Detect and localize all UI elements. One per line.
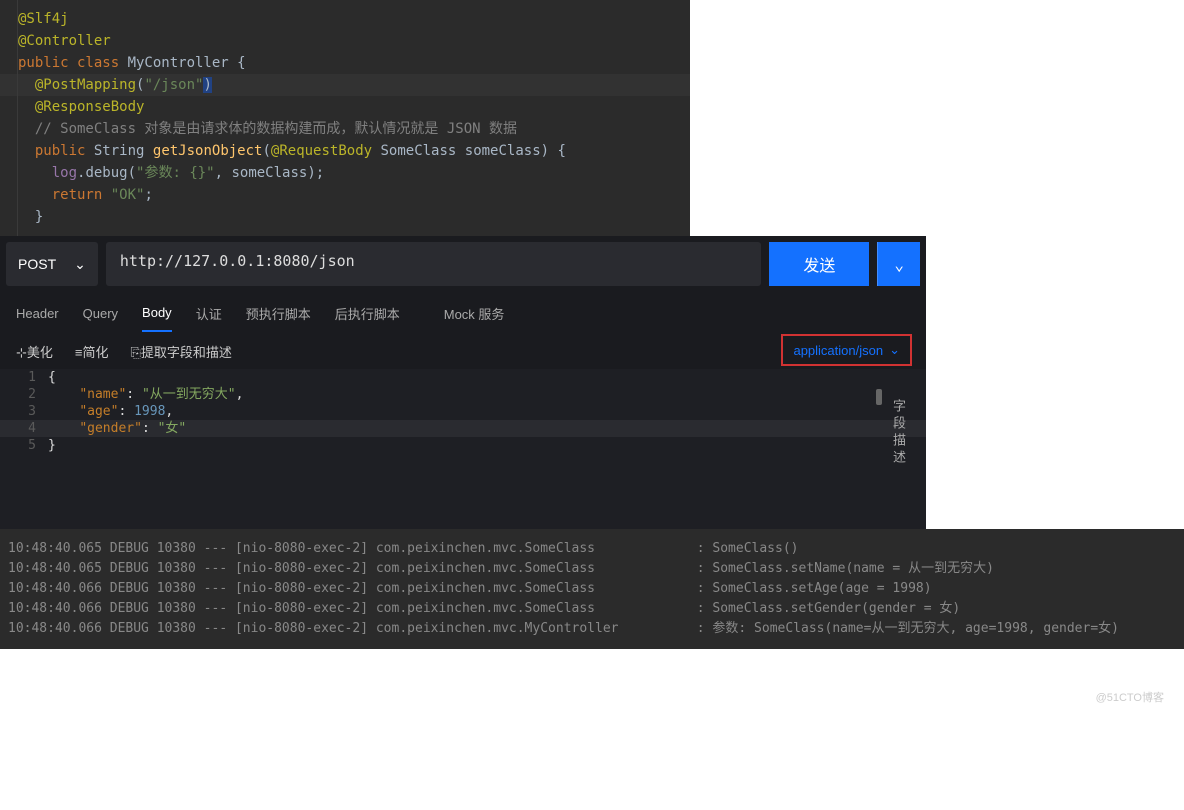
watermark: @51CTO博客: [0, 649, 1184, 715]
code-line[interactable]: }: [0, 206, 690, 228]
method-label: POST: [18, 256, 56, 272]
mock-service-label[interactable]: Mock 服务: [444, 304, 505, 323]
tab-query[interactable]: Query: [83, 296, 118, 331]
content-type-select[interactable]: application/json ⌄: [781, 334, 912, 366]
request-tabs: Header Query Body 认证预执行脚本后执行脚本 Mock 服务: [0, 292, 926, 334]
json-line[interactable]: 4 "gender": "女": [0, 420, 926, 437]
json-line[interactable]: 2 "name": "从一到无穷大",: [0, 386, 926, 403]
code-line[interactable]: public class MyController {: [0, 52, 690, 74]
api-client-panel: POST ⌄ http://127.0.0.1:8080/json 发送 ⌄ H…: [0, 236, 926, 529]
code-line[interactable]: @Controller: [0, 30, 690, 52]
code-line[interactable]: log.debug("参数: {}", someClass);: [0, 162, 690, 184]
chevron-down-icon: ⌄: [889, 342, 900, 358]
console-output: 10:48:40.065 DEBUG 10380 --- [nio-8080-e…: [0, 529, 1184, 649]
tab-body[interactable]: Body: [142, 295, 172, 332]
code-line[interactable]: @Slf4j: [0, 8, 690, 30]
tab-header[interactable]: Header: [16, 296, 59, 331]
code-line[interactable]: public String getJsonObject(@RequestBody…: [0, 140, 690, 162]
tab-认证[interactable]: 认证: [196, 294, 222, 333]
log-line: 10:48:40.066 DEBUG 10380 --- [nio-8080-e…: [8, 619, 1176, 639]
log-line: 10:48:40.066 DEBUG 10380 --- [nio-8080-e…: [8, 599, 1176, 619]
code-line[interactable]: @PostMapping("/json"): [0, 74, 690, 96]
request-bar: POST ⌄ http://127.0.0.1:8080/json 发送 ⌄: [0, 236, 926, 292]
toolbar-action[interactable]: ⎘提取字段和描述: [131, 342, 232, 361]
send-button[interactable]: 发送: [769, 242, 869, 286]
json-body-editor[interactable]: 1{2 "name": "从一到无穷大",3 "age": 1998,4 "ge…: [0, 369, 926, 529]
toolbar-action[interactable]: ⊹美化: [16, 342, 53, 361]
chevron-down-icon: ⌄: [74, 256, 86, 273]
code-line[interactable]: return "OK";: [0, 184, 690, 206]
code-line[interactable]: @ResponseBody: [0, 96, 690, 118]
code-line[interactable]: // SomeClass 对象是由请求体的数据构建而成，默认情况就是 JSON …: [0, 118, 690, 140]
http-method-select[interactable]: POST ⌄: [6, 242, 98, 286]
json-line[interactable]: 3 "age": 1998,: [0, 403, 926, 420]
json-line[interactable]: 1{: [0, 369, 926, 386]
field-description-label[interactable]: 字段描述: [889, 399, 908, 467]
log-line: 10:48:40.065 DEBUG 10380 --- [nio-8080-e…: [8, 559, 1176, 579]
log-line: 10:48:40.065 DEBUG 10380 --- [nio-8080-e…: [8, 539, 1176, 559]
send-dropdown[interactable]: ⌄: [877, 242, 920, 286]
url-input[interactable]: http://127.0.0.1:8080/json: [106, 242, 761, 286]
editor-gutter: [0, 0, 18, 236]
json-line[interactable]: 5}: [0, 437, 926, 454]
chevron-down-icon: ⌄: [894, 255, 904, 274]
code-editor[interactable]: @Slf4j@Controllerpublic class MyControll…: [0, 0, 690, 236]
tab-后执行脚本[interactable]: 后执行脚本: [335, 294, 400, 333]
tab-预执行脚本[interactable]: 预执行脚本: [246, 294, 311, 333]
toolbar-action[interactable]: ≡简化: [75, 342, 109, 361]
log-line: 10:48:40.066 DEBUG 10380 --- [nio-8080-e…: [8, 579, 1176, 599]
scrollbar-thumb[interactable]: [876, 389, 882, 405]
body-toolbar: ⊹美化 ≡简化 ⎘提取字段和描述 application/json ⌄: [0, 334, 926, 369]
